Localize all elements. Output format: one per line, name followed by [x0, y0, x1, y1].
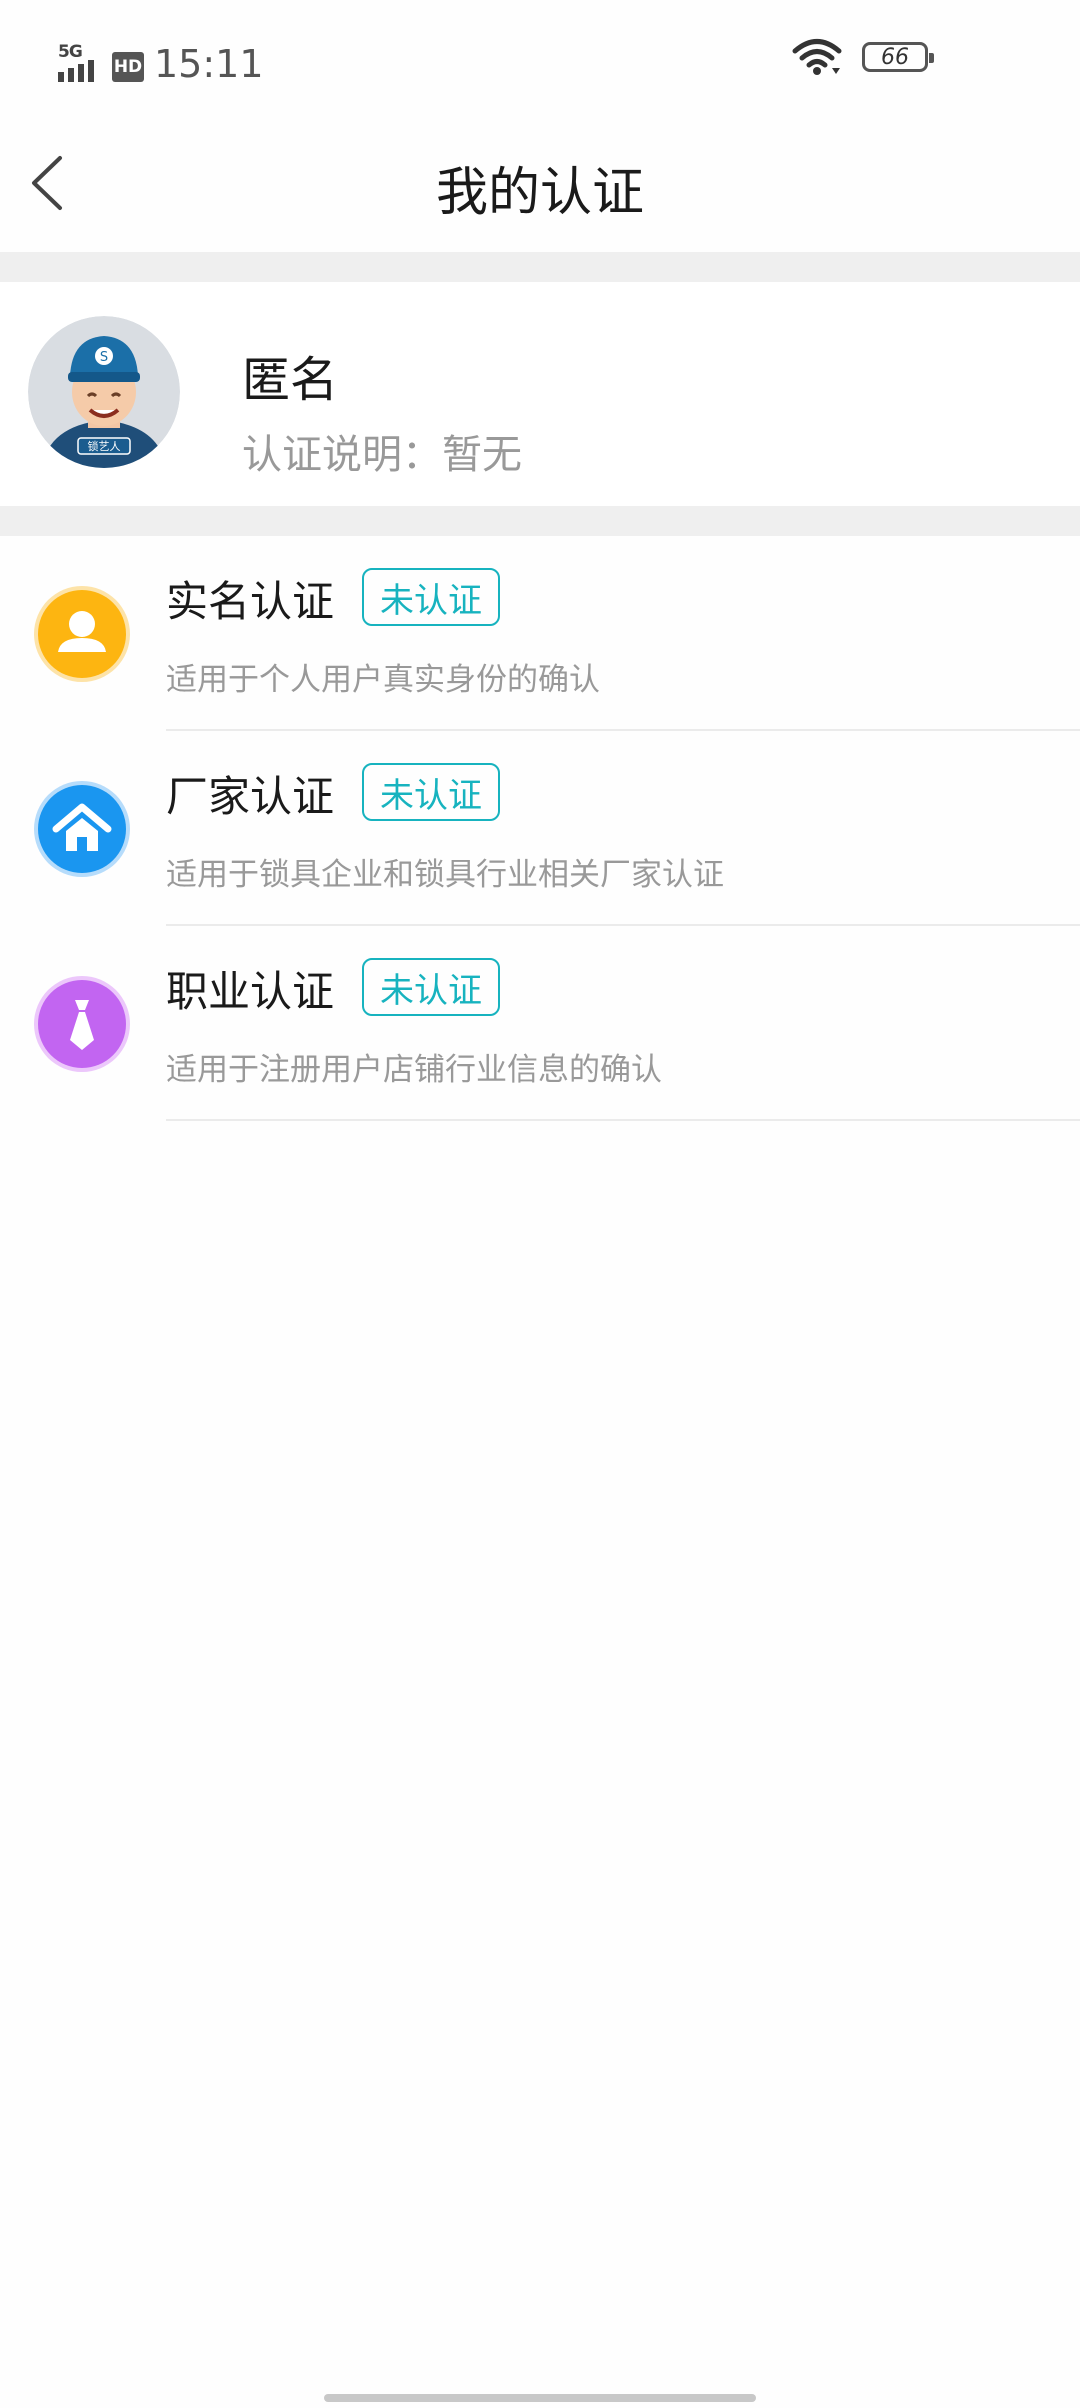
house-icon: [34, 781, 130, 877]
status-badge[interactable]: 未认证: [362, 568, 500, 626]
screen: 5G HD 15:11 66 我的认证 S 锁艺人 匿名 认证说明：暂无 实名认…: [0, 0, 1080, 2408]
avatar[interactable]: S 锁艺人: [28, 316, 180, 468]
nav-bar: 我的认证: [0, 120, 1080, 252]
profile-name: 匿名: [242, 352, 339, 408]
home-indicator[interactable]: [324, 2394, 756, 2402]
section-divider: [0, 506, 1080, 536]
hd-icon: HD: [112, 52, 144, 82]
status-right: 66: [792, 38, 934, 76]
battery-level: 66: [881, 44, 909, 70]
cert-title: 实名认证: [166, 577, 335, 626]
profile-note: 认证说明：暂无: [242, 432, 522, 478]
status-time: 15:11: [154, 42, 264, 86]
cert-item-real-name[interactable]: 实名认证 未认证 适用于个人用户真实身份的确认: [0, 536, 1080, 731]
status-badge[interactable]: 未认证: [362, 763, 500, 821]
status-badge[interactable]: 未认证: [362, 958, 500, 1016]
cert-description: 适用于个人用户真实身份的确认: [166, 662, 600, 698]
status-left: 5G HD 15:11: [58, 36, 264, 86]
person-icon: [34, 586, 130, 682]
network-type: 5G: [58, 42, 83, 62]
cert-description: 适用于锁具企业和锁具行业相关厂家认证: [166, 857, 724, 893]
wifi-icon: [792, 39, 842, 75]
page-title: 我的认证: [435, 163, 644, 223]
battery-icon: 66: [862, 42, 934, 72]
tie-icon: [34, 976, 130, 1072]
svg-text:S: S: [100, 350, 108, 365]
cert-description: 适用于注册用户店铺行业信息的确认: [166, 1052, 662, 1088]
section-divider: [0, 252, 1080, 282]
profile-card: S 锁艺人 匿名 认证说明：暂无: [0, 282, 1080, 506]
certification-list: 实名认证 未认证 适用于个人用户真实身份的确认 厂家认证 未认证 适用于锁具企业…: [0, 536, 1080, 1121]
cellular-signal-icon: 5G: [58, 42, 106, 86]
cert-item-professional[interactable]: 职业认证 未认证 适用于注册用户店铺行业信息的确认: [0, 926, 1080, 1121]
cert-title: 厂家认证: [166, 772, 335, 821]
cert-title: 职业认证: [166, 967, 335, 1016]
list-separator: [166, 1119, 1080, 1121]
cert-item-manufacturer[interactable]: 厂家认证 未认证 适用于锁具企业和锁具行业相关厂家认证: [0, 731, 1080, 926]
avatar-text: 锁艺人: [88, 439, 121, 453]
status-bar: 5G HD 15:11 66: [0, 0, 1080, 120]
